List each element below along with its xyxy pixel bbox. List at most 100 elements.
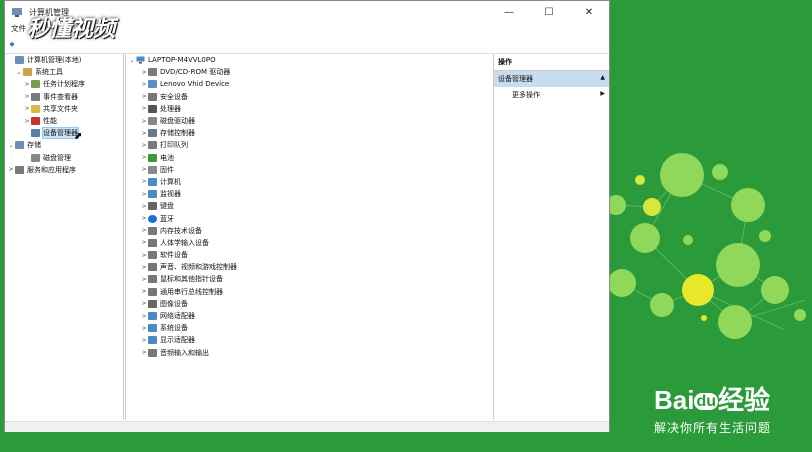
device-category-label: 系统设备 — [160, 324, 188, 333]
device-category-item[interactable]: > 网络适配器 — [126, 310, 493, 322]
device-category-item[interactable]: > 存储控制器 — [126, 127, 493, 139]
device-tree-root-label: LAPTOP-M4VVL0PO — [148, 56, 216, 65]
chevron-right-icon[interactable]: > — [140, 227, 148, 234]
device-category-label: 计算机 — [160, 177, 181, 186]
chevron-right-icon[interactable]: > — [23, 105, 31, 112]
actions-pane: 操作 设备管理器 ▲ 更多操作 ▶ — [494, 54, 609, 420]
chevron-right-icon[interactable]: > — [140, 93, 148, 100]
device-category-item[interactable]: > 键盘 — [126, 200, 493, 212]
device-category-item[interactable]: > 内存技术设备 — [126, 225, 493, 237]
chevron-down-icon[interactable]: ⌄ — [7, 142, 15, 149]
collapse-up-icon[interactable]: ▲ — [600, 74, 605, 84]
brand-name-right: 经验 — [718, 385, 771, 415]
chevron-right-icon[interactable]: > — [140, 178, 148, 185]
chevron-right-icon[interactable]: > — [140, 325, 148, 332]
chevron-right-icon[interactable]: > — [140, 191, 148, 198]
device-category-label: 电池 — [160, 153, 174, 162]
console-tree-item[interactable]: ⌄ 系统工具 — [5, 66, 123, 78]
chevron-right-icon[interactable]: > — [140, 142, 148, 149]
device-tree-root[interactable]: ⌄ LAPTOP-M4VVL0PO — [126, 54, 493, 66]
device-category-item[interactable]: > 声音、视频和游戏控制器 — [126, 261, 493, 273]
console-tree-item-label: 共享文件夹 — [43, 104, 78, 113]
menu-file[interactable]: 文件 — [11, 24, 26, 33]
device-category-item[interactable]: > 鼠标和其他指针设备 — [126, 273, 493, 285]
chevron-right-icon[interactable]: > — [140, 215, 148, 222]
battery-icon — [148, 153, 157, 162]
brand-paw-mid: du — [694, 393, 719, 411]
device-category-item[interactable]: > 电池 — [126, 152, 493, 164]
dvd-icon — [148, 68, 157, 77]
audio-io-icon — [148, 348, 157, 357]
chevron-right-icon[interactable]: > — [23, 118, 31, 125]
console-tree-item[interactable]: > 性能 — [5, 115, 123, 127]
close-button[interactable]: ✕ — [569, 1, 609, 23]
chevron-right-icon[interactable]: > — [140, 239, 148, 246]
console-tree-item[interactable]: 计算机管理(本地) — [5, 54, 123, 66]
device-category-item[interactable]: > 软件设备 — [126, 249, 493, 261]
more-actions-item[interactable]: 更多操作 ▶ — [494, 87, 609, 103]
device-category-label: 键盘 — [160, 202, 174, 211]
chevron-right-icon[interactable]: > — [140, 264, 148, 271]
processor-icon — [148, 104, 157, 113]
maximize-button[interactable]: ☐ — [529, 1, 569, 23]
chevron-right-icon[interactable]: > — [140, 105, 148, 112]
chevron-right-icon[interactable]: > — [140, 288, 148, 295]
chevron-right-icon[interactable]: > — [140, 313, 148, 320]
chevron-down-icon[interactable]: ⌄ — [128, 57, 136, 64]
chevron-right-icon[interactable]: > — [140, 130, 148, 137]
device-category-item[interactable]: > Lenovo Vhid Device — [126, 78, 493, 90]
device-category-item[interactable]: > 处理器 — [126, 103, 493, 115]
device-category-item[interactable]: > 显示适配器 — [126, 334, 493, 346]
actions-device-manager[interactable]: 设备管理器 ▲ — [494, 71, 609, 87]
console-tree-item[interactable]: > 共享文件夹 — [5, 103, 123, 115]
chevron-right-icon[interactable]: > — [140, 154, 148, 161]
chevron-right-icon[interactable]: > — [7, 166, 15, 173]
chevron-right-icon[interactable]: > — [140, 349, 148, 356]
device-category-label: 网络适配器 — [160, 312, 195, 321]
chevron-right-icon[interactable]: > — [140, 276, 148, 283]
chevron-right-icon[interactable]: > — [140, 81, 148, 88]
chevron-right-icon[interactable]: > — [140, 337, 148, 344]
console-tree-item[interactable]: > 任务计划程序 — [5, 78, 123, 90]
back-arrow-icon[interactable]: 🠸 — [9, 39, 21, 51]
status-bar — [5, 421, 609, 432]
console-tree-item[interactable]: 磁盘管理 — [5, 152, 123, 164]
device-category-item[interactable]: > DVD/CD-ROM 驱动器 — [126, 66, 493, 78]
chevron-right-icon[interactable]: > — [23, 81, 31, 88]
device-category-item[interactable]: > 系统设备 — [126, 322, 493, 334]
console-tree-item[interactable]: ⌄ 存储 — [5, 139, 123, 151]
computer-icon — [148, 177, 157, 186]
mouse-pointer-icon: ⬈ — [74, 131, 83, 142]
console-tree-item[interactable]: > 事件查看器 — [5, 91, 123, 103]
device-category-item[interactable]: > 人体学输入设备 — [126, 237, 493, 249]
chevron-right-icon[interactable]: > — [140, 118, 148, 125]
console-tree-item-label: 存储 — [27, 141, 41, 150]
chevron-down-icon[interactable]: ⌄ — [15, 69, 23, 76]
keyboard-icon — [148, 202, 157, 211]
console-tree-item[interactable]: > 服务和应用程序 — [5, 164, 123, 176]
device-category-item[interactable]: > 监视器 — [126, 188, 493, 200]
device-category-item[interactable]: > 通用串行总线控制器 — [126, 286, 493, 298]
device-category-item[interactable]: > 计算机 — [126, 176, 493, 188]
console-tree-item[interactable]: 设备管理器 — [5, 127, 123, 140]
console-tree-item-label: 系统工具 — [35, 68, 63, 77]
device-category-item[interactable]: > 安全设备 — [126, 91, 493, 103]
chevron-right-icon[interactable]: > — [140, 166, 148, 173]
console-tree-item-label: 磁盘管理 — [43, 153, 71, 162]
device-category-item[interactable]: > 图像设备 — [126, 298, 493, 310]
device-category-item[interactable]: > 固件 — [126, 164, 493, 176]
chevron-right-icon[interactable]: > — [140, 300, 148, 307]
minimize-button[interactable]: — — [489, 1, 529, 23]
chevron-right-icon[interactable]: > — [140, 252, 148, 259]
chevron-right-icon[interactable]: > — [140, 69, 148, 76]
device-category-label: 打印队列 — [160, 141, 188, 150]
device-category-item[interactable]: > 蓝牙 — [126, 212, 493, 224]
memory-device-icon — [148, 226, 157, 235]
device-category-label: 磁盘驱动器 — [160, 117, 195, 126]
device-category-item[interactable]: > 音频输入和输出 — [126, 347, 493, 359]
device-category-label: 图像设备 — [160, 299, 188, 308]
chevron-right-icon[interactable]: > — [23, 93, 31, 100]
device-category-item[interactable]: > 打印队列 — [126, 139, 493, 151]
chevron-right-icon[interactable]: > — [140, 203, 148, 210]
device-category-item[interactable]: > 磁盘驱动器 — [126, 115, 493, 127]
